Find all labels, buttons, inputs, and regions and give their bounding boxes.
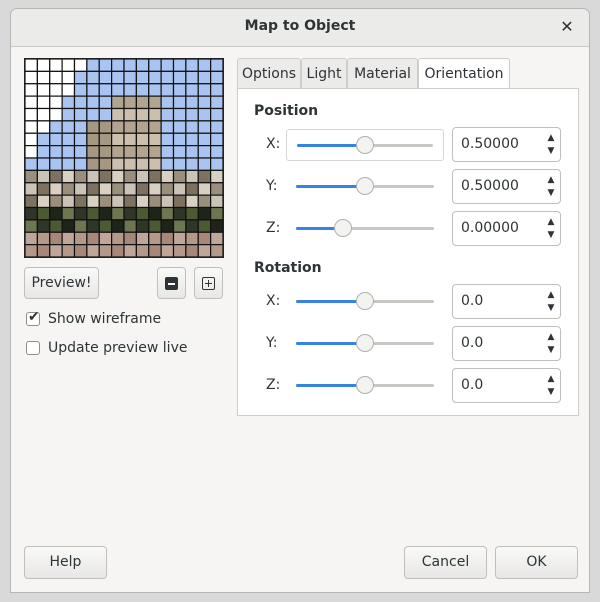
zoom-in-icon <box>202 277 215 290</box>
preview-image <box>25 59 223 257</box>
cancel-button[interactable]: Cancel <box>404 546 487 579</box>
update-preview-live-label: Update preview live <box>48 340 188 356</box>
increment-icon[interactable]: ▲ <box>544 131 558 145</box>
rotation-y-spinbutton[interactable]: 0.0 ▲ ▼ <box>452 326 561 361</box>
decrement-icon[interactable]: ▼ <box>544 186 558 200</box>
increment-icon[interactable]: ▲ <box>544 372 558 386</box>
tab-material[interactable]: Material <box>347 58 418 88</box>
rotation-z-slider[interactable] <box>286 370 444 402</box>
rotation-x-slider-handle[interactable] <box>356 292 374 310</box>
position-y-label: Y: <box>266 178 278 194</box>
rotation-x-slider[interactable] <box>286 286 444 318</box>
title-bar: Map to Object ✕ <box>11 9 589 47</box>
rotation-heading: Rotation <box>254 260 322 276</box>
position-y-slider[interactable] <box>286 171 444 203</box>
position-x-spinbutton[interactable]: 0.50000 ▲ ▼ <box>452 127 561 162</box>
position-y-slider-handle[interactable] <box>356 177 374 195</box>
ok-button[interactable]: OK <box>495 546 578 579</box>
decrement-icon[interactable]: ▼ <box>544 301 558 315</box>
position-y-spinbutton[interactable]: 0.50000 ▲ ▼ <box>452 169 561 204</box>
position-x-value[interactable]: 0.50000 <box>461 136 519 152</box>
position-heading: Position <box>254 103 319 119</box>
show-wireframe-label: Show wireframe <box>48 311 162 327</box>
preview-button[interactable]: Preview! <box>24 267 99 299</box>
position-z-slider-handle[interactable] <box>333 219 352 237</box>
position-x-slider-handle[interactable] <box>356 136 374 154</box>
zoom-in-button[interactable] <box>194 267 223 299</box>
position-z-spinbutton[interactable]: 0.00000 ▲ ▼ <box>452 211 561 246</box>
dialog-title: Map to Object <box>244 18 356 34</box>
rotation-z-spinbutton[interactable]: 0.0 ▲ ▼ <box>452 368 561 403</box>
rotation-y-slider-handle[interactable] <box>356 334 374 352</box>
position-x-label: X: <box>266 136 281 152</box>
rotation-y-label: Y: <box>266 335 278 351</box>
increment-icon[interactable]: ▲ <box>544 173 558 187</box>
show-wireframe-checkbox[interactable]: ✔ <box>26 309 40 326</box>
position-y-value[interactable]: 0.50000 <box>461 178 519 194</box>
zoom-out-button[interactable] <box>157 267 186 299</box>
rotation-x-label: X: <box>266 293 281 309</box>
map-to-object-dialog: Map to Object ✕ Preview! ✔ Show wirefram… <box>10 8 590 593</box>
rotation-x-value[interactable]: 0.0 <box>461 293 483 309</box>
tab-orientation[interactable]: Orientation <box>418 58 510 90</box>
close-icon[interactable]: ✕ <box>555 15 579 39</box>
show-wireframe-option[interactable]: ✔ Show wireframe <box>26 309 161 329</box>
rotation-z-value[interactable]: 0.0 <box>461 377 483 393</box>
decrement-icon[interactable]: ▼ <box>544 144 558 158</box>
zoom-out-icon <box>165 277 178 290</box>
position-z-slider[interactable] <box>286 213 444 245</box>
checkmark-icon: ✔ <box>28 309 40 325</box>
decrement-icon[interactable]: ▼ <box>544 228 558 242</box>
decrement-icon[interactable]: ▼ <box>544 385 558 399</box>
decrement-icon[interactable]: ▼ <box>544 343 558 357</box>
rotation-y-value[interactable]: 0.0 <box>461 335 483 351</box>
position-z-value[interactable]: 0.00000 <box>461 220 519 236</box>
tab-options[interactable]: Options <box>237 58 301 88</box>
update-preview-live-option[interactable]: Update preview live <box>26 338 187 358</box>
tab-light[interactable]: Light <box>301 58 347 88</box>
help-button[interactable]: Help <box>24 546 107 579</box>
position-x-slider[interactable] <box>286 129 444 161</box>
position-z-label: Z: <box>266 220 281 236</box>
increment-icon[interactable]: ▲ <box>544 330 558 344</box>
rotation-z-slider-handle[interactable] <box>356 376 374 394</box>
rotation-y-slider[interactable] <box>286 328 444 360</box>
increment-icon[interactable]: ▲ <box>544 215 558 229</box>
increment-icon[interactable]: ▲ <box>544 288 558 302</box>
preview-canvas[interactable] <box>24 58 224 258</box>
update-preview-live-checkbox[interactable] <box>26 341 40 355</box>
rotation-z-label: Z: <box>266 377 281 393</box>
orientation-panel: Position X: 0.50000 ▲ ▼ Y: 0.50000 ▲ ▼ Z… <box>237 88 579 416</box>
rotation-x-spinbutton[interactable]: 0.0 ▲ ▼ <box>452 284 561 319</box>
